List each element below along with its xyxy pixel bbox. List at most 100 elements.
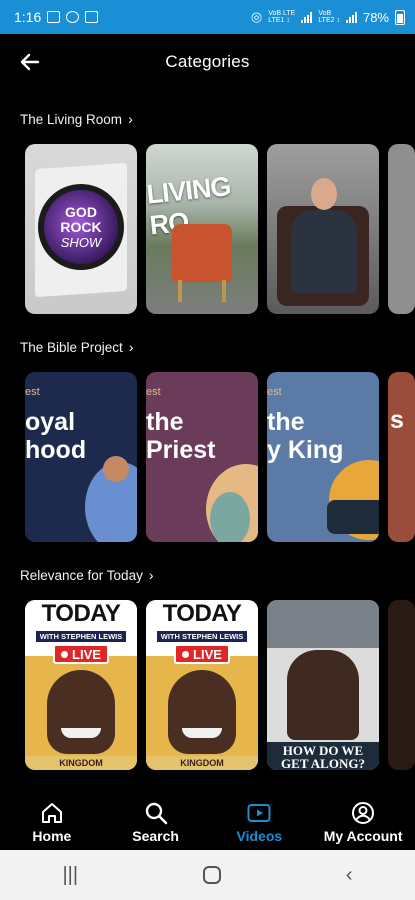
- video-card[interactable]: s: [388, 372, 415, 542]
- live-label: LIVE: [72, 646, 101, 662]
- search-icon: [145, 802, 167, 824]
- logo-line: ROCK: [60, 218, 102, 235]
- video-card[interactable]: TODAY WITH STEPHEN LEWIS KINGDOMCOMMUNIT…: [146, 600, 258, 770]
- chevron-right-icon: ›: [128, 111, 133, 127]
- section-title: The Bible Project: [20, 339, 123, 355]
- status-left: 1:16: [14, 9, 99, 25]
- section-bible-project: The Bible Project › est oyal hood est th…: [0, 336, 415, 544]
- collage-face: [287, 650, 359, 740]
- armchair-image: [172, 224, 232, 282]
- bottom-nav: Home Search Videos My Account: [0, 794, 415, 850]
- status-bar: 1:16 ◎ VoB LTE LTE1 ↕ VoB LTE2 ↕ 78%: [0, 0, 415, 34]
- download-icon: [85, 11, 99, 23]
- thumbnail-line: Priest: [146, 436, 216, 464]
- page-title: Categories: [165, 52, 250, 71]
- god-rock-show-logo: GOD ROCK SHOW: [38, 184, 124, 270]
- hotspot-icon: ◎: [250, 9, 263, 24]
- signal-icon-2: [345, 11, 357, 23]
- video-card[interactable]: [267, 144, 379, 314]
- back-chevron-icon[interactable]: ‹: [346, 864, 353, 887]
- chair-leg: [178, 280, 182, 302]
- video-card[interactable]: TODAY WITH STEPHEN LEWIS KINGDOMCOMMUNIT…: [25, 600, 137, 770]
- nav-my-account[interactable]: My Account: [313, 801, 413, 844]
- video-card[interactable]: LIVING RO: [146, 144, 258, 314]
- status-time: 1:16: [14, 9, 42, 25]
- arrow-left-icon: [20, 53, 40, 71]
- nav-home[interactable]: Home: [2, 801, 102, 844]
- section-header-living-room[interactable]: The Living Room ›: [0, 108, 415, 130]
- thumbnail-small: est: [146, 386, 161, 398]
- nav-label: Search: [132, 827, 179, 844]
- video-card[interactable]: est the Priest: [146, 372, 258, 542]
- live-dot-icon: [182, 650, 190, 658]
- chevron-right-icon: ›: [128, 339, 134, 355]
- thumbnail-text: est the Priest: [146, 372, 258, 464]
- host-smile: [61, 728, 101, 738]
- account-icon: [352, 801, 375, 824]
- host-label: WITH STEPHEN LEWIS: [156, 631, 248, 642]
- thumbnail-caption: HOW DO WE GET ALONG?: [267, 742, 379, 770]
- section-title: The Living Room: [20, 111, 123, 127]
- back-button[interactable]: [14, 46, 46, 78]
- carousel-relevance-for-today[interactable]: TODAY WITH STEPHEN LEWIS KINGDOMCOMMUNIT…: [0, 600, 415, 772]
- battery-percent: 78%: [362, 9, 389, 25]
- carousel-bible-project[interactable]: est oyal hood est the Priest est the y K…: [0, 372, 415, 544]
- thumbnail-line: oyal: [25, 408, 76, 436]
- system-nav-bar: ||| ‹: [0, 850, 415, 900]
- person-body: [291, 210, 357, 294]
- nav-label: Home: [32, 827, 72, 844]
- network-label-2: VoB LTE2 ↕: [318, 10, 340, 24]
- footer-label: KINGDOM: [146, 756, 258, 770]
- settings-notification-icon: [66, 11, 80, 23]
- recent-apps-icon[interactable]: |||: [62, 864, 78, 887]
- thumbnail-small: est: [267, 386, 282, 398]
- today-label: TODAY: [41, 600, 121, 627]
- illustration: [210, 492, 250, 542]
- video-card[interactable]: est oyal hood: [25, 372, 137, 542]
- section-relevance-for-today: Relevance for Today › TODAY WITH STEPHEN…: [0, 564, 415, 772]
- battery-icon: [395, 9, 405, 25]
- play-video-icon: [247, 803, 271, 822]
- thumbnail-line: s: [390, 406, 404, 434]
- video-card[interactable]: [388, 600, 415, 770]
- top-bar: Categories: [0, 34, 415, 90]
- network-label-1: VoB LTE LTE1 ↕: [268, 10, 296, 24]
- carousel-living-room[interactable]: GOD ROCK SHOW LIVING RO: [0, 144, 415, 316]
- section-living-room: The Living Room › GOD ROCK SHOW LIVING R…: [0, 108, 415, 316]
- host-label: WITH STEPHEN LEWIS: [35, 631, 127, 642]
- signal-icon-1: [301, 11, 313, 23]
- video-card[interactable]: est the y King: [267, 372, 379, 542]
- live-label: LIVE: [193, 646, 222, 662]
- live-badge: LIVE: [53, 644, 109, 664]
- nav-label: My Account: [323, 827, 403, 844]
- section-header-bible-project[interactable]: The Bible Project ›: [0, 336, 415, 358]
- gallery-icon: [47, 11, 61, 23]
- thumbnail-text: est oyal hood: [25, 372, 137, 464]
- status-right: ◎ VoB LTE LTE1 ↕ VoB LTE2 ↕ 78%: [251, 9, 405, 25]
- footer-label: KINGDOM: [25, 756, 137, 770]
- video-card[interactable]: [388, 144, 415, 314]
- live-dot-icon: [61, 650, 69, 658]
- thumbnail-line: the: [146, 408, 184, 436]
- host-photo: [47, 670, 115, 754]
- section-title: Relevance for Today: [20, 567, 143, 583]
- section-header-relevance-for-today[interactable]: Relevance for Today ›: [0, 564, 415, 586]
- nav-label: Videos: [236, 827, 283, 844]
- nav-videos[interactable]: Videos: [209, 801, 309, 844]
- chevron-right-icon: ›: [148, 567, 154, 583]
- collage-top: [267, 600, 379, 648]
- today-label: TODAY: [162, 600, 242, 627]
- thumbnail-text: est the y King: [267, 372, 379, 464]
- host-photo: [168, 670, 236, 754]
- video-card[interactable]: GOD ROCK SHOW: [25, 144, 137, 314]
- host-smile: [182, 728, 222, 738]
- illustration: [327, 500, 379, 534]
- logo-line: GOD: [65, 203, 97, 220]
- home-circle-icon[interactable]: [202, 866, 221, 884]
- video-card[interactable]: HOW DO WE GET ALONG?: [267, 600, 379, 770]
- person-head: [311, 178, 337, 210]
- illustration: [103, 456, 129, 482]
- home-icon: [41, 802, 62, 823]
- nav-search[interactable]: Search: [106, 801, 206, 844]
- logo-line: SHOW: [60, 234, 102, 250]
